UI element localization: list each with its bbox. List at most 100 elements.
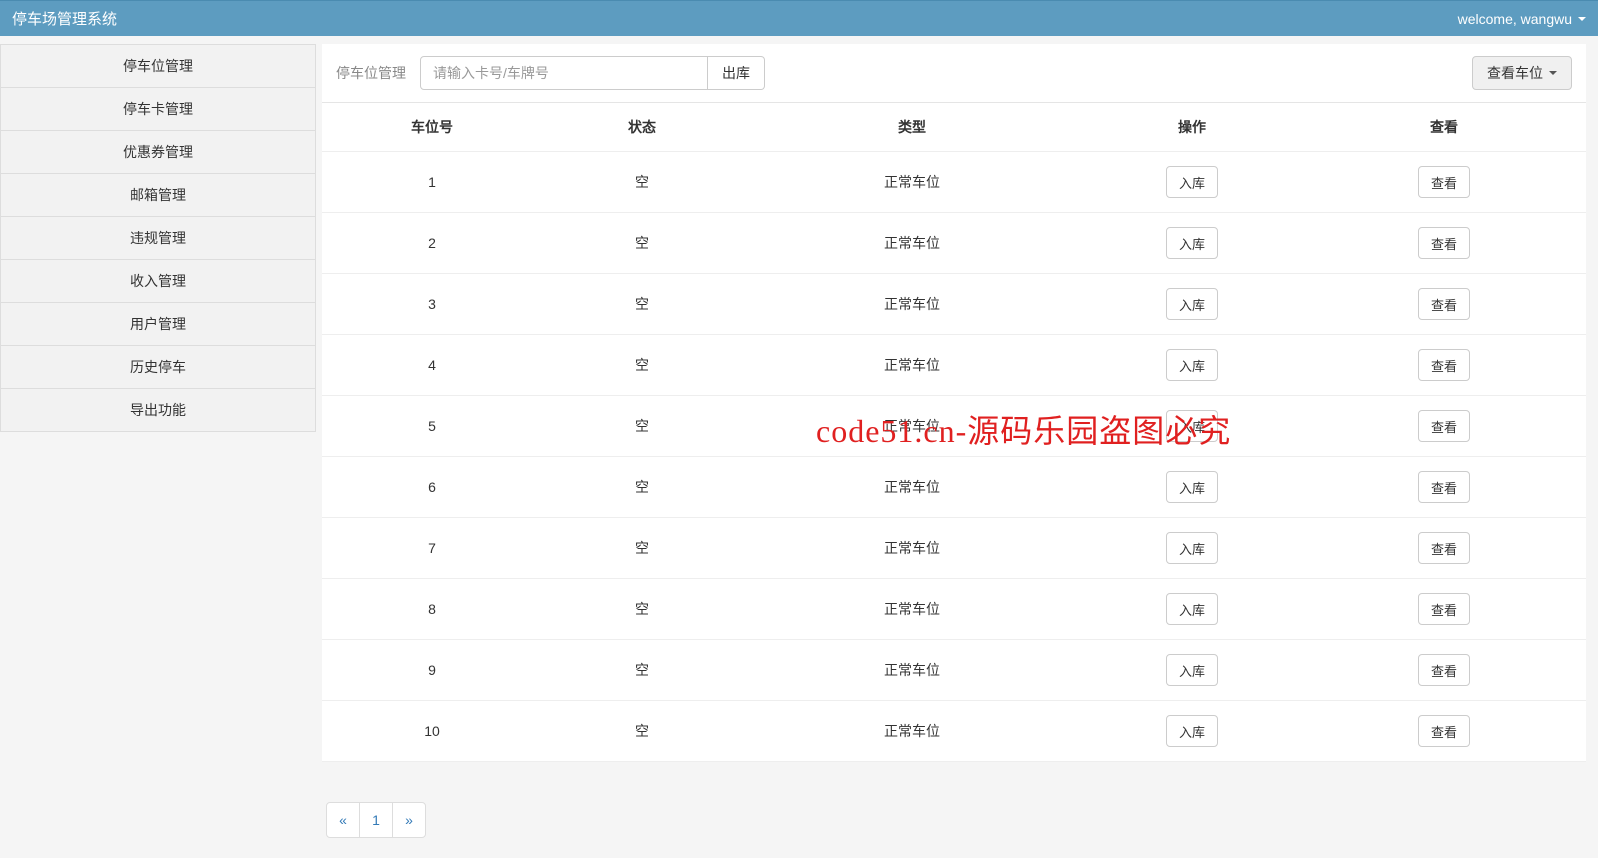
cell-type: 正常车位	[742, 640, 1082, 701]
sidebar-item-3[interactable]: 邮箱管理	[0, 174, 316, 217]
table-row: 3空正常车位入库查看	[322, 274, 1586, 335]
panel-title: 停车位管理	[336, 63, 406, 83]
cell-status: 空	[542, 640, 742, 701]
cell-type: 正常车位	[742, 457, 1082, 518]
parking-table: 车位号 状态 类型 操作 查看 1空正常车位入库查看2空正常车位入库查看3空正常…	[322, 103, 1586, 762]
page-next[interactable]: »	[392, 802, 426, 838]
cell-op: 入库	[1082, 457, 1302, 518]
cell-status: 空	[542, 213, 742, 274]
cell-id: 7	[322, 518, 542, 579]
table-row: 8空正常车位入库查看	[322, 579, 1586, 640]
table-row: 2空正常车位 入库 查看	[322, 213, 1586, 274]
panel: 停车位管理 出库 查看车位 车位号 状态 类型	[322, 44, 1586, 762]
view-button[interactable]: 查看	[1418, 715, 1470, 747]
view-button[interactable]: 查看	[1418, 532, 1470, 564]
cell-id: 4	[322, 335, 542, 396]
cell-type: 正常车位	[742, 518, 1082, 579]
panel-toolbar: 停车位管理 出库 查看车位	[322, 44, 1586, 103]
sidebar-item-4[interactable]: 违规管理	[0, 217, 316, 260]
exit-button[interactable]: 出库	[708, 56, 765, 90]
sidebar-item-2[interactable]: 优惠券管理	[0, 131, 316, 174]
table-row: 9空正常车位 入库 查看	[322, 640, 1586, 701]
cell-type: 正常车位	[742, 701, 1082, 762]
cell-view: 查看	[1302, 640, 1586, 701]
table-row: 4空正常车位 入库 查看	[322, 335, 1586, 396]
sidebar-item-7[interactable]: 历史停车	[0, 346, 316, 389]
table-row: 7空正常车位入库查看	[322, 518, 1586, 579]
table-row: 10空正常车位入库查看	[322, 701, 1586, 762]
cell-status: 空	[542, 152, 742, 213]
cell-id: 9	[322, 640, 542, 701]
enter-button[interactable]: 入库	[1166, 593, 1218, 625]
cell-type: 正常车位	[742, 152, 1082, 213]
enter-button[interactable]: 入库	[1166, 715, 1218, 747]
cell-view: 查看	[1302, 213, 1586, 274]
view-button[interactable]: 查看	[1418, 654, 1470, 686]
th-op: 操作	[1082, 103, 1302, 152]
enter-button[interactable]: 入库	[1166, 532, 1218, 564]
sidebar-item-1[interactable]: 停车卡管理	[0, 88, 316, 131]
sidebar-item-6[interactable]: 用户管理	[0, 303, 316, 346]
cell-op: 入库	[1082, 396, 1302, 457]
app-title: 停车场管理系统	[12, 8, 117, 29]
view-button[interactable]: 查看	[1418, 593, 1470, 625]
cell-view: 查看	[1302, 518, 1586, 579]
view-spots-dropdown[interactable]: 查看车位	[1472, 56, 1572, 90]
view-button[interactable]: 查看	[1418, 227, 1470, 259]
table-row: 5空正常车位入库查看	[322, 396, 1586, 457]
cell-id: 10	[322, 701, 542, 762]
cell-view: 查看	[1302, 335, 1586, 396]
sidebar-item-8[interactable]: 导出功能	[0, 389, 316, 432]
cell-id: 6	[322, 457, 542, 518]
cell-view: 查看	[1302, 152, 1586, 213]
cell-view: 查看	[1302, 579, 1586, 640]
navbar: 停车场管理系统 welcome, wangwu	[0, 0, 1598, 36]
cell-view: 查看	[1302, 701, 1586, 762]
enter-button[interactable]: 入库	[1166, 288, 1218, 320]
cell-op: 入库	[1082, 152, 1302, 213]
chevron-down-icon	[1549, 71, 1557, 75]
view-spots-label: 查看车位	[1487, 63, 1543, 83]
view-button[interactable]: 查看	[1418, 349, 1470, 381]
view-button[interactable]: 查看	[1418, 288, 1470, 320]
enter-button[interactable]: 入库	[1166, 227, 1218, 259]
cell-type: 正常车位	[742, 335, 1082, 396]
cell-op: 入库	[1082, 274, 1302, 335]
sidebar-item-0[interactable]: 停车位管理	[0, 44, 316, 88]
cell-status: 空	[542, 396, 742, 457]
sidebar-item-5[interactable]: 收入管理	[0, 260, 316, 303]
cell-type: 正常车位	[742, 579, 1082, 640]
enter-button[interactable]: 入库	[1166, 166, 1218, 198]
cell-view: 查看	[1302, 396, 1586, 457]
view-button[interactable]: 查看	[1418, 166, 1470, 198]
view-button[interactable]: 查看	[1418, 471, 1470, 503]
page-prev[interactable]: «	[326, 802, 360, 838]
enter-button[interactable]: 入库	[1166, 349, 1218, 381]
cell-op: 入库	[1082, 213, 1302, 274]
main-content: 停车位管理 出库 查看车位 车位号 状态 类型	[316, 36, 1598, 858]
cell-op: 入库	[1082, 579, 1302, 640]
page-1[interactable]: 1	[359, 802, 393, 838]
cell-view: 查看	[1302, 457, 1586, 518]
cell-op: 入库	[1082, 335, 1302, 396]
th-view: 查看	[1302, 103, 1586, 152]
view-button[interactable]: 查看	[1418, 410, 1470, 442]
cell-op: 入库	[1082, 640, 1302, 701]
enter-button[interactable]: 入库	[1166, 471, 1218, 503]
search-group: 出库	[420, 56, 765, 90]
user-menu[interactable]: welcome, wangwu	[1458, 11, 1586, 27]
cell-status: 空	[542, 457, 742, 518]
cell-id: 3	[322, 274, 542, 335]
enter-button[interactable]: 入库	[1166, 654, 1218, 686]
enter-button[interactable]: 入库	[1166, 410, 1218, 442]
search-input[interactable]	[420, 56, 708, 90]
cell-view: 查看	[1302, 274, 1586, 335]
th-status: 状态	[542, 103, 742, 152]
cell-type: 正常车位	[742, 213, 1082, 274]
cell-op: 入库	[1082, 518, 1302, 579]
cell-status: 空	[542, 274, 742, 335]
cell-status: 空	[542, 335, 742, 396]
cell-id: 2	[322, 213, 542, 274]
cell-id: 5	[322, 396, 542, 457]
cell-id: 1	[322, 152, 542, 213]
